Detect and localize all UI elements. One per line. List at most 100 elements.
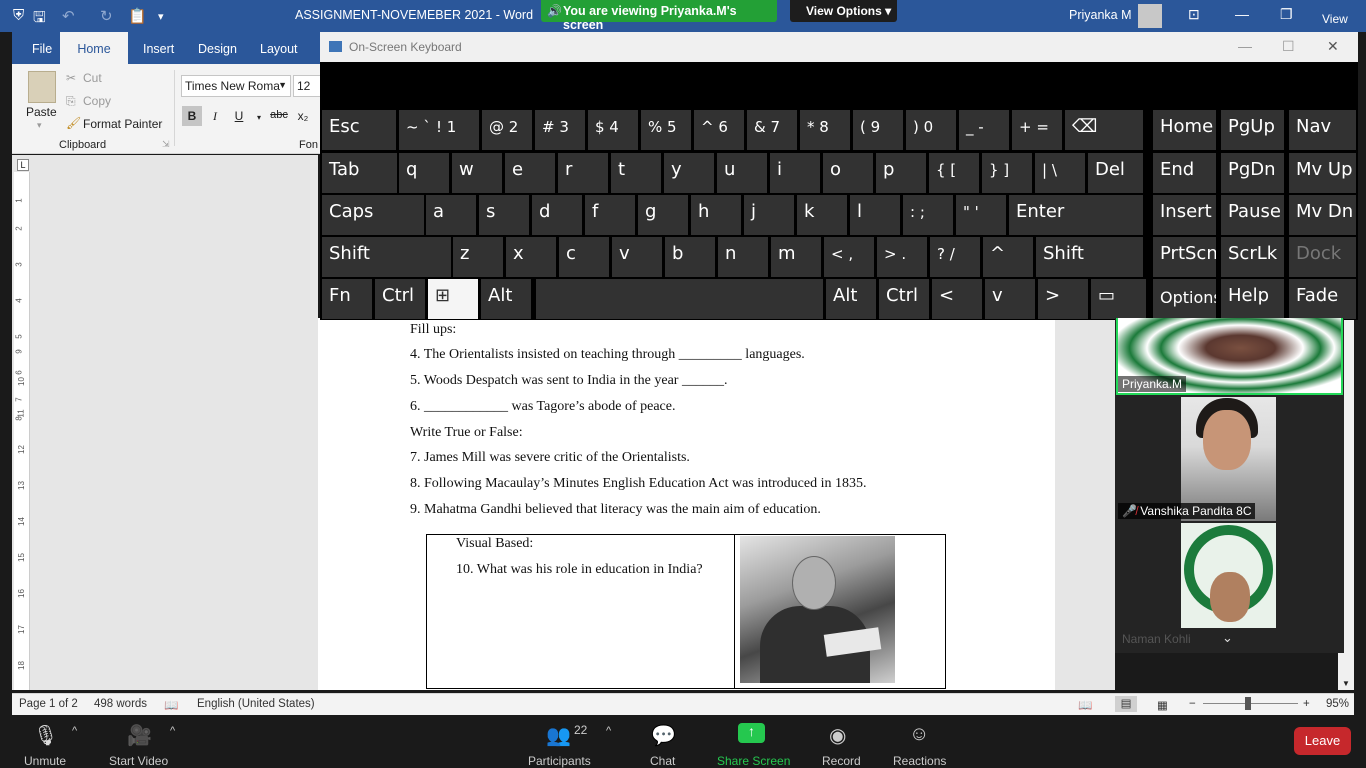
bold-button[interactable]: B <box>182 106 202 126</box>
key-u[interactable]: u <box>717 153 767 193</box>
video-options-icon[interactable]: ^ <box>170 725 175 737</box>
print-screen-key[interactable]: PrtScn <box>1153 237 1216 277</box>
caps-lock-key[interactable]: Caps <box>322 195 424 235</box>
tab-insert[interactable]: Insert <box>143 42 174 56</box>
symbol-key[interactable]: ? / <box>930 237 980 277</box>
key-r[interactable]: r <box>558 153 608 193</box>
strikethrough-button[interactable]: abc <box>266 106 292 126</box>
symbol-key[interactable]: } ] <box>982 153 1032 193</box>
key-f[interactable]: f <box>585 195 635 235</box>
menu-key-icon[interactable]: ▭ <box>1091 279 1146 319</box>
nav-key[interactable]: Nav <box>1289 110 1356 150</box>
insert-key[interactable]: Insert <box>1153 195 1216 235</box>
undo-icon[interactable]: ↶ <box>62 7 75 25</box>
chat-icon[interactable]: 💬 <box>651 723 676 748</box>
unmute-button[interactable]: Unmute <box>24 754 66 768</box>
home-key[interactable]: Home <box>1153 110 1216 150</box>
chat-button[interactable]: Chat <box>650 754 675 768</box>
close-icon[interactable]: ✕ <box>1327 38 1339 55</box>
subscript-button[interactable]: x₂ <box>293 106 313 126</box>
reactions-icon[interactable]: ☺ <box>909 723 929 746</box>
chevron-down-icon[interactable]: ⌄ <box>1222 630 1233 646</box>
paste-chevron-icon[interactable]: ▾ <box>37 120 42 131</box>
key-a[interactable]: a <box>426 195 476 235</box>
esc-key[interactable]: Esc <box>322 110 396 150</box>
zoom-level[interactable]: 95% <box>1326 698 1349 710</box>
key-d[interactable]: d <box>532 195 582 235</box>
symbol-key[interactable]: + = <box>1012 110 1062 150</box>
key-k[interactable]: k <box>797 195 847 235</box>
share-screen-icon[interactable]: ↑ <box>738 723 765 743</box>
tab-layout[interactable]: Layout <box>260 42 298 56</box>
symbol-key[interactable]: | \ <box>1035 153 1085 193</box>
symbol-key[interactable]: * 8 <box>800 110 850 150</box>
key-<[interactable]: < <box>932 279 982 319</box>
spacebar-key[interactable] <box>536 279 823 319</box>
symbol-key[interactable]: < , <box>824 237 874 277</box>
paste-button[interactable]: Paste <box>26 105 57 119</box>
key-^[interactable]: ^ <box>983 237 1033 277</box>
ctrl-key[interactable]: Ctrl <box>375 279 425 319</box>
customize-quick-access-icon[interactable]: ▾ <box>158 10 164 23</box>
zoom-in-icon[interactable]: + <box>1303 698 1310 710</box>
web-layout-icon[interactable]: ▦ <box>1157 698 1168 712</box>
share-screen-button[interactable]: Share Screen <box>717 754 790 768</box>
view-options-button[interactable]: View Options ▾ <box>790 0 897 22</box>
help-key[interactable]: Help <box>1221 279 1284 319</box>
copy-button[interactable]: Copy <box>83 94 111 108</box>
key-o[interactable]: o <box>823 153 873 193</box>
key-j[interactable]: j <box>744 195 794 235</box>
participants-icon[interactable]: 👥 <box>546 723 571 748</box>
view-label[interactable]: View <box>1322 12 1348 26</box>
symbol-key[interactable]: : ; <box>903 195 953 235</box>
enter-key[interactable]: Enter <box>1009 195 1143 235</box>
key-m[interactable]: m <box>771 237 821 277</box>
tab-file[interactable]: File <box>32 42 52 56</box>
key-b[interactable]: b <box>665 237 715 277</box>
italic-button[interactable]: I <box>205 106 225 126</box>
scroll-lock-key[interactable]: ScrLk <box>1221 237 1284 277</box>
key-i[interactable]: i <box>770 153 820 193</box>
reactions-button[interactable]: Reactions <box>893 754 946 768</box>
record-icon[interactable]: ◉ <box>829 723 846 748</box>
pause-key[interactable]: Pause <box>1221 195 1284 235</box>
alt-key[interactable]: Alt <box>481 279 531 319</box>
paste-icon[interactable] <box>28 71 56 103</box>
zoom-slider-thumb[interactable] <box>1245 697 1251 710</box>
read-mode-icon[interactable]: 📖 <box>1078 698 1092 712</box>
options-key[interactable]: Options <box>1153 279 1216 319</box>
fn-key[interactable]: Fn <box>322 279 372 319</box>
ctrl-key[interactable]: Ctrl <box>879 279 929 319</box>
key-h[interactable]: h <box>691 195 741 235</box>
key-w[interactable]: w <box>452 153 502 193</box>
save-icon[interactable]: 🖫 <box>33 7 46 32</box>
symbol-key[interactable]: ) 0 <box>906 110 956 150</box>
tab-design[interactable]: Design <box>198 42 237 56</box>
key-p[interactable]: p <box>876 153 926 193</box>
page-down-key[interactable]: PgDn <box>1221 153 1284 193</box>
key-c[interactable]: c <box>559 237 609 277</box>
microphone-muted-icon[interactable]: 🎙 <box>33 723 58 748</box>
symbol-key[interactable]: # 3 <box>535 110 585 150</box>
record-button[interactable]: Record <box>822 754 861 768</box>
minimize-icon[interactable]: — <box>1238 38 1252 54</box>
move-up-key[interactable]: Mv Up <box>1289 153 1356 193</box>
ribbon-display-icon[interactable]: ⊡ <box>1188 6 1200 23</box>
key-g[interactable]: g <box>638 195 688 235</box>
tab-key[interactable]: Tab <box>322 153 397 193</box>
symbol-key[interactable]: @ 2 <box>482 110 532 150</box>
symbol-key[interactable]: $ 4 <box>588 110 638 150</box>
underline-button[interactable]: U <box>229 106 249 126</box>
tab-home[interactable]: Home <box>60 32 128 64</box>
audio-options-icon[interactable]: ^ <box>72 725 77 737</box>
move-down-key[interactable]: Mv Dn <box>1289 195 1356 235</box>
font-name-select[interactable]: Times New Roma ▼ <box>181 75 291 97</box>
symbol-key[interactable]: ( 9 <box>853 110 903 150</box>
windows-key-icon[interactable]: ⊞ <box>428 279 478 319</box>
restore-icon[interactable]: ❐ <box>1280 6 1293 23</box>
avatar[interactable] <box>1138 4 1162 28</box>
tab-selector-icon[interactable]: L <box>17 159 29 171</box>
redo-icon[interactable]: ↻ <box>100 7 113 25</box>
shift-key[interactable]: Shift <box>322 237 451 277</box>
key-y[interactable]: y <box>664 153 714 193</box>
